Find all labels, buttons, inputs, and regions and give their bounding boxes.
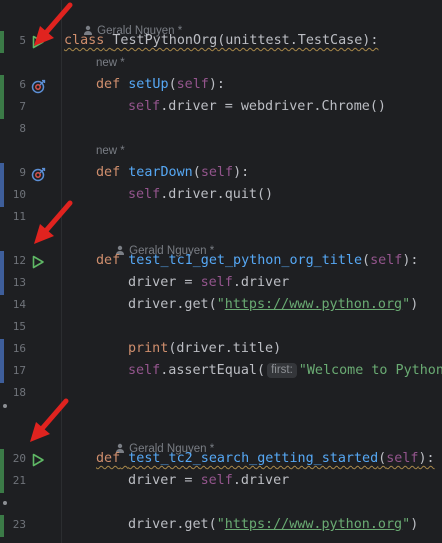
code-line-8[interactable]: 8 [0, 119, 442, 141]
line-number: 21 [12, 474, 26, 487]
run-test-icon[interactable] [31, 453, 45, 467]
run-test-icon[interactable] [31, 255, 45, 269]
fold-marker[interactable] [3, 501, 7, 505]
vcs-added-marker [0, 515, 4, 537]
line-number: 6 [19, 78, 26, 91]
code-line-14[interactable]: 14 driver.get("https://www.python.org") [0, 295, 442, 317]
vcs-added-marker [0, 449, 4, 471]
vcs-modified-marker [0, 361, 4, 383]
url-link[interactable]: https://www.python.org [225, 297, 402, 312]
url-link[interactable]: https://www.python.org [225, 517, 402, 532]
vcs-added-marker [0, 31, 4, 53]
vcs-modified-marker [0, 251, 4, 273]
line-number: 16 [12, 342, 26, 355]
code-line-21[interactable]: 21 driver = self.driver [0, 471, 442, 493]
line-number: 7 [19, 100, 26, 113]
red-annotation-arrow [34, 2, 73, 46]
line-number: 9 [19, 166, 26, 179]
override-marker-icon[interactable] [31, 79, 46, 94]
code-line-12[interactable]: 12 def test_tc1_get_python_org_title(sel… [0, 251, 442, 273]
inlay-new-setup: new * [96, 57, 125, 69]
line-number: 8 [19, 122, 26, 135]
vcs-added-marker [0, 75, 4, 97]
code-line-23[interactable]: 23 driver.get("https://www.python.org") [0, 515, 442, 537]
line-number: 11 [12, 210, 26, 223]
code-line-20[interactable]: 20 def test_tc2_search_getting_started(s… [0, 449, 442, 471]
code-editor[interactable]: Gerald Nguyen * 5 class TestPythonOrg(un… [0, 0, 442, 543]
line-number: 13 [12, 276, 26, 289]
line-number: 12 [12, 254, 26, 267]
code-line-7[interactable]: 7 self.driver = webdriver.Chrome() [0, 97, 442, 119]
vcs-modified-marker [0, 185, 4, 207]
code-line-15[interactable]: 15 [0, 317, 442, 339]
line-number: 5 [19, 34, 26, 47]
vcs-added-marker [0, 471, 4, 493]
override-marker-icon[interactable] [31, 167, 46, 182]
code-line-9[interactable]: 9 def tearDown(self): [0, 163, 442, 185]
vcs-modified-marker [0, 163, 4, 185]
parameter-hint: first: [267, 363, 297, 378]
red-annotation-arrow [30, 398, 69, 442]
line-number: 14 [12, 298, 26, 311]
vcs-modified-marker [0, 339, 4, 361]
line-number: 15 [12, 320, 26, 333]
vcs-modified-marker [0, 273, 4, 295]
line-number: 20 [12, 452, 26, 465]
code-line-16[interactable]: 16 print(driver.title) [0, 339, 442, 361]
vcs-added-marker [0, 97, 4, 119]
red-annotation-arrow [34, 200, 73, 244]
code-line-6[interactable]: 6 def setUp(self): [0, 75, 442, 97]
line-number: 10 [12, 188, 26, 201]
line-number: 17 [12, 364, 26, 377]
code-line-13[interactable]: 13 driver = self.driver [0, 273, 442, 295]
line-number: 23 [12, 518, 26, 531]
fold-marker[interactable] [3, 404, 7, 408]
inlay-new-teardown: new * [96, 145, 125, 157]
line-number: 18 [12, 386, 26, 399]
code-line-17[interactable]: 17 self.assertEqual(first: "Welcome to Py… [0, 361, 442, 383]
